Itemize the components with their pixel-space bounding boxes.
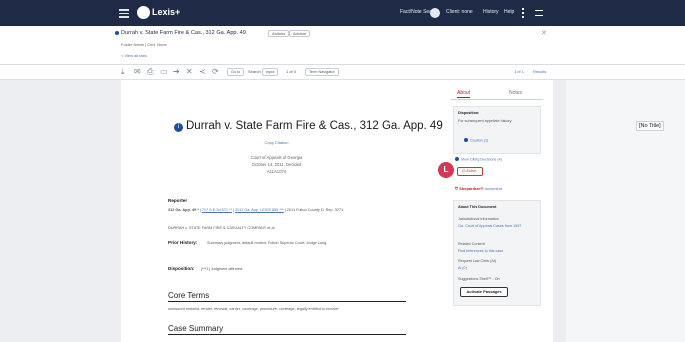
print-icon[interactable]: ⎙ xyxy=(147,67,153,77)
document-toolbar: ⤓ ✉ ⎙ ▭ ➔ ✕ ≺ ⟳ Go to Search Input 1 of … xyxy=(0,65,685,80)
app-name[interactable]: Lexis+ xyxy=(152,7,180,17)
nav-help[interactable]: Help xyxy=(504,9,514,15)
caution-icon xyxy=(464,138,468,142)
reporter-primary: 312 Ga. App. 49 * xyxy=(168,208,199,212)
tab-about[interactable]: About xyxy=(457,90,471,98)
nav-client[interactable]: Client: none xyxy=(446,9,473,15)
download-icon[interactable]: ⤓ xyxy=(121,67,125,77)
reporter-link-se2d[interactable]: 717 S.E.2d 671 ** xyxy=(202,208,232,212)
copy-icon[interactable]: ⟳ xyxy=(212,67,219,77)
user-avatar-badge[interactable]: L xyxy=(438,162,454,178)
toggle-icon[interactable] xyxy=(430,8,440,18)
document-title: Durrah v. State Farm Fire & Cas., 312 Ga… xyxy=(115,30,246,36)
term-navigator-select[interactable]: Term Navigator xyxy=(305,68,339,76)
info-icon[interactable]: i xyxy=(174,123,183,132)
document-title-text: Durrah v. State Farm Fire & Cas., 312 Ga… xyxy=(121,30,246,36)
shepardize-sub: document xyxy=(484,186,503,191)
goto-select[interactable]: Go to xyxy=(227,68,245,76)
menu-icon[interactable] xyxy=(119,9,129,18)
folder-info: Folder Name | Cert. None xyxy=(121,42,167,47)
core-terms-heading: Core Terms xyxy=(168,291,406,302)
term-count: 1 of 0 xyxy=(286,69,297,74)
document-page: i Durrah v. State Farm Fire & Cas., 312 G… xyxy=(121,80,553,342)
shepardize-link[interactable]: ⛉ Shepardize® document xyxy=(455,186,502,191)
search-label: Search xyxy=(248,69,261,74)
panel-disposition-text: For subsequent appellate history xyxy=(458,119,512,123)
caution-link[interactable]: Caution (1) xyxy=(464,138,488,143)
panel-disposition-head: Disposition: xyxy=(458,111,480,115)
activate-passages-button[interactable]: Activate Passages xyxy=(460,287,508,297)
view-citing-text: View Citing Decisions (4) xyxy=(461,157,502,162)
page-nav[interactable]: 1 of 1 xyxy=(514,69,524,74)
related-content-label: Related Content xyxy=(458,242,485,246)
close-icon[interactable]: ✕ xyxy=(541,29,547,37)
share-icon[interactable]: ≺ xyxy=(199,67,206,77)
parties-line: DURRAH v. STATE FARM FIRE & CASUALTY COM… xyxy=(168,226,276,230)
advisor-chip[interactable]: Advisor xyxy=(289,30,311,37)
active-label: Active xyxy=(466,169,477,173)
reporter-label: Reporter xyxy=(168,198,188,203)
apps-icon[interactable] xyxy=(535,10,543,16)
reporter-line: 312 Ga. App. 49 * | 717 S.E.2d 671 ** | … xyxy=(168,208,344,212)
shepardize-label: Shepardize® xyxy=(459,186,484,191)
no-title-tooltip: [No Title] xyxy=(636,121,664,131)
tab-divider xyxy=(451,99,543,100)
results-link[interactable]: Results xyxy=(533,69,546,74)
actions-chip[interactable]: Actions xyxy=(268,30,290,37)
case-title: i Durrah v. State Farm Fire & Cas., 312 G… xyxy=(174,120,443,132)
close-icon[interactable]: ✕ xyxy=(186,67,193,77)
case-title-text: Durrah v. State Farm Fire & Cas., 312 Ga… xyxy=(186,120,443,132)
forward-icon[interactable]: ➔ xyxy=(173,67,180,77)
disposition-box: Disposition: For subsequent appellate hi… xyxy=(453,106,541,154)
right-gutter xyxy=(566,80,685,342)
suggestions-shelf: Suggestions Shelf™ - On xyxy=(458,277,500,281)
view-citing-link[interactable]: View Citing Decisions (4) xyxy=(455,157,502,162)
panel-tabs: About Notes xyxy=(451,88,543,100)
caution-text: Caution (1) xyxy=(470,138,489,143)
document-header: Durrah v. State Farm Fire & Cas., 312 Ga… xyxy=(0,26,685,65)
citing-icon xyxy=(455,157,459,161)
email-icon[interactable]: ✉ xyxy=(134,67,141,77)
core-terms-text: uninsured motorist, tender, renewal, car… xyxy=(168,307,339,311)
court-name: Court of Appeals of Georgia xyxy=(250,155,303,160)
decision-date: October 14, 2011, Decided xyxy=(251,162,302,167)
prior-history-text: Summary judgment, default motion; Fulton… xyxy=(207,241,328,245)
lexis-logo-icon[interactable] xyxy=(137,6,150,19)
copy-citation-link[interactable]: Copy Citation xyxy=(121,140,432,145)
folder-icon[interactable]: ▭ xyxy=(160,67,168,77)
nav-history[interactable]: History xyxy=(483,9,499,15)
request-label: Request Law Clerk (AI) xyxy=(458,259,497,263)
disposition-text: [***1] Judgment affirmed. xyxy=(201,267,244,271)
reporter-link-lexis[interactable]: 2011 Ga. App. LEXIS 855 *** xyxy=(235,208,284,212)
jurisdiction-label: Jurisdictional Information xyxy=(458,217,499,221)
reporter-tail: 2011 Fulton County D. Rep. 3271 xyxy=(286,208,344,212)
view-all-link[interactable]: < View all tabs xyxy=(121,53,147,58)
prior-history-label: Prior History: xyxy=(168,240,198,245)
more-icon[interactable] xyxy=(522,8,524,18)
info-icon xyxy=(115,30,119,35)
docket-number: A11A1074 xyxy=(266,169,287,174)
about-document-head: About This Document xyxy=(458,205,497,209)
disposition-label: Disposition: xyxy=(168,266,195,271)
case-summary-heading: Case Summary xyxy=(168,324,406,335)
search-input[interactable]: Input xyxy=(262,68,279,76)
jurisdiction-link[interactable]: Ga. Court of Appeals Cases from 1997 xyxy=(458,224,536,228)
about-panel: About Notes Disposition: For subsequent … xyxy=(438,80,543,342)
request-link[interactable]: Ai (0) xyxy=(458,266,467,270)
active-status-button[interactable]: ◎ Active xyxy=(457,167,483,176)
top-nav-bar: Lexis+ Fact/Note Search Client: none His… xyxy=(0,0,685,26)
related-content-link[interactable]: Find references to this case xyxy=(458,249,503,253)
tab-notes[interactable]: Notes xyxy=(509,90,522,96)
